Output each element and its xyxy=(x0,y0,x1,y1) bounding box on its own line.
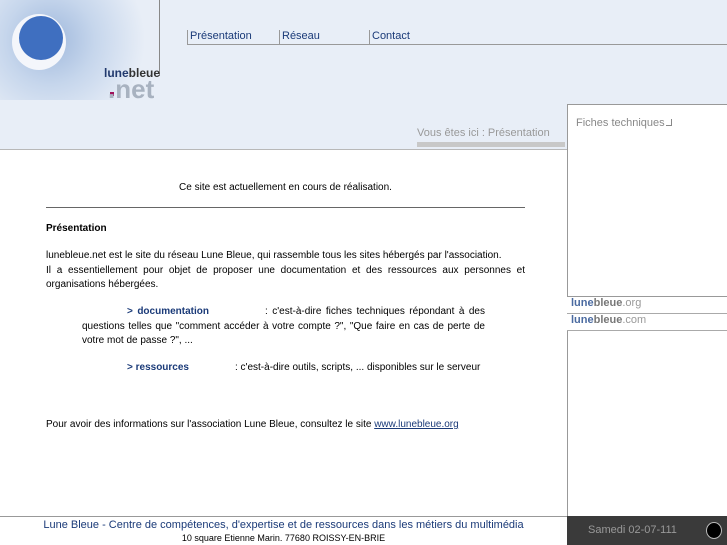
date-panel: Samedi 02-07-111 xyxy=(567,516,727,545)
logo-tld: .net xyxy=(108,74,155,104)
footer-tagline: Lune Bleue - Centre de compétences, d'ex… xyxy=(43,519,524,531)
notice: Ce site est actuellement en cours de réa… xyxy=(179,182,392,193)
link-lunebleue-com[interactable]: lunebleue.com xyxy=(567,314,727,331)
link-lunebleue-org[interactable]: lunebleue.org xyxy=(567,297,727,314)
item-documentation: > documentation: c'est-à-dire fiches tec… xyxy=(82,306,485,346)
divider xyxy=(159,0,160,76)
fiches-title[interactable]: Fiches techniques xyxy=(576,117,672,129)
fiches-box: Fiches techniques xyxy=(567,104,727,297)
nav-presentation[interactable]: Présentation xyxy=(187,30,252,45)
breadcrumb-bar xyxy=(417,142,565,147)
ressources-link[interactable]: > ressources xyxy=(127,362,189,373)
moon-icon xyxy=(706,522,722,539)
section-heading: Présentation xyxy=(46,223,107,234)
sidebar-panel xyxy=(567,331,727,516)
divider xyxy=(46,207,525,208)
main-nav: Présentation Réseau Contact xyxy=(187,30,727,45)
moon-icon xyxy=(12,14,66,70)
footer-address: 10 square Etienne Marin. 77680 ROISSY-EN… xyxy=(181,533,386,543)
lunebleue-org-link[interactable]: www.lunebleue.org xyxy=(374,419,459,430)
breadcrumb: Vous êtes ici : Présentation xyxy=(417,127,550,139)
more-info: Pour avoir des informations sur l'associ… xyxy=(46,419,459,430)
nav-reseau[interactable]: Réseau xyxy=(279,30,320,45)
date-text: Samedi 02-07-111 xyxy=(588,524,677,536)
item-ressources: > ressources: c'est-à-dire outils, scrip… xyxy=(127,362,481,373)
footer: Lune Bleue - Centre de compétences, d'ex… xyxy=(0,516,567,545)
documentation-link[interactable]: > documentation xyxy=(127,306,209,317)
intro-text: lunebleue.net est le site du réseau Lune… xyxy=(46,250,525,290)
nav-contact[interactable]: Contact xyxy=(369,30,410,45)
